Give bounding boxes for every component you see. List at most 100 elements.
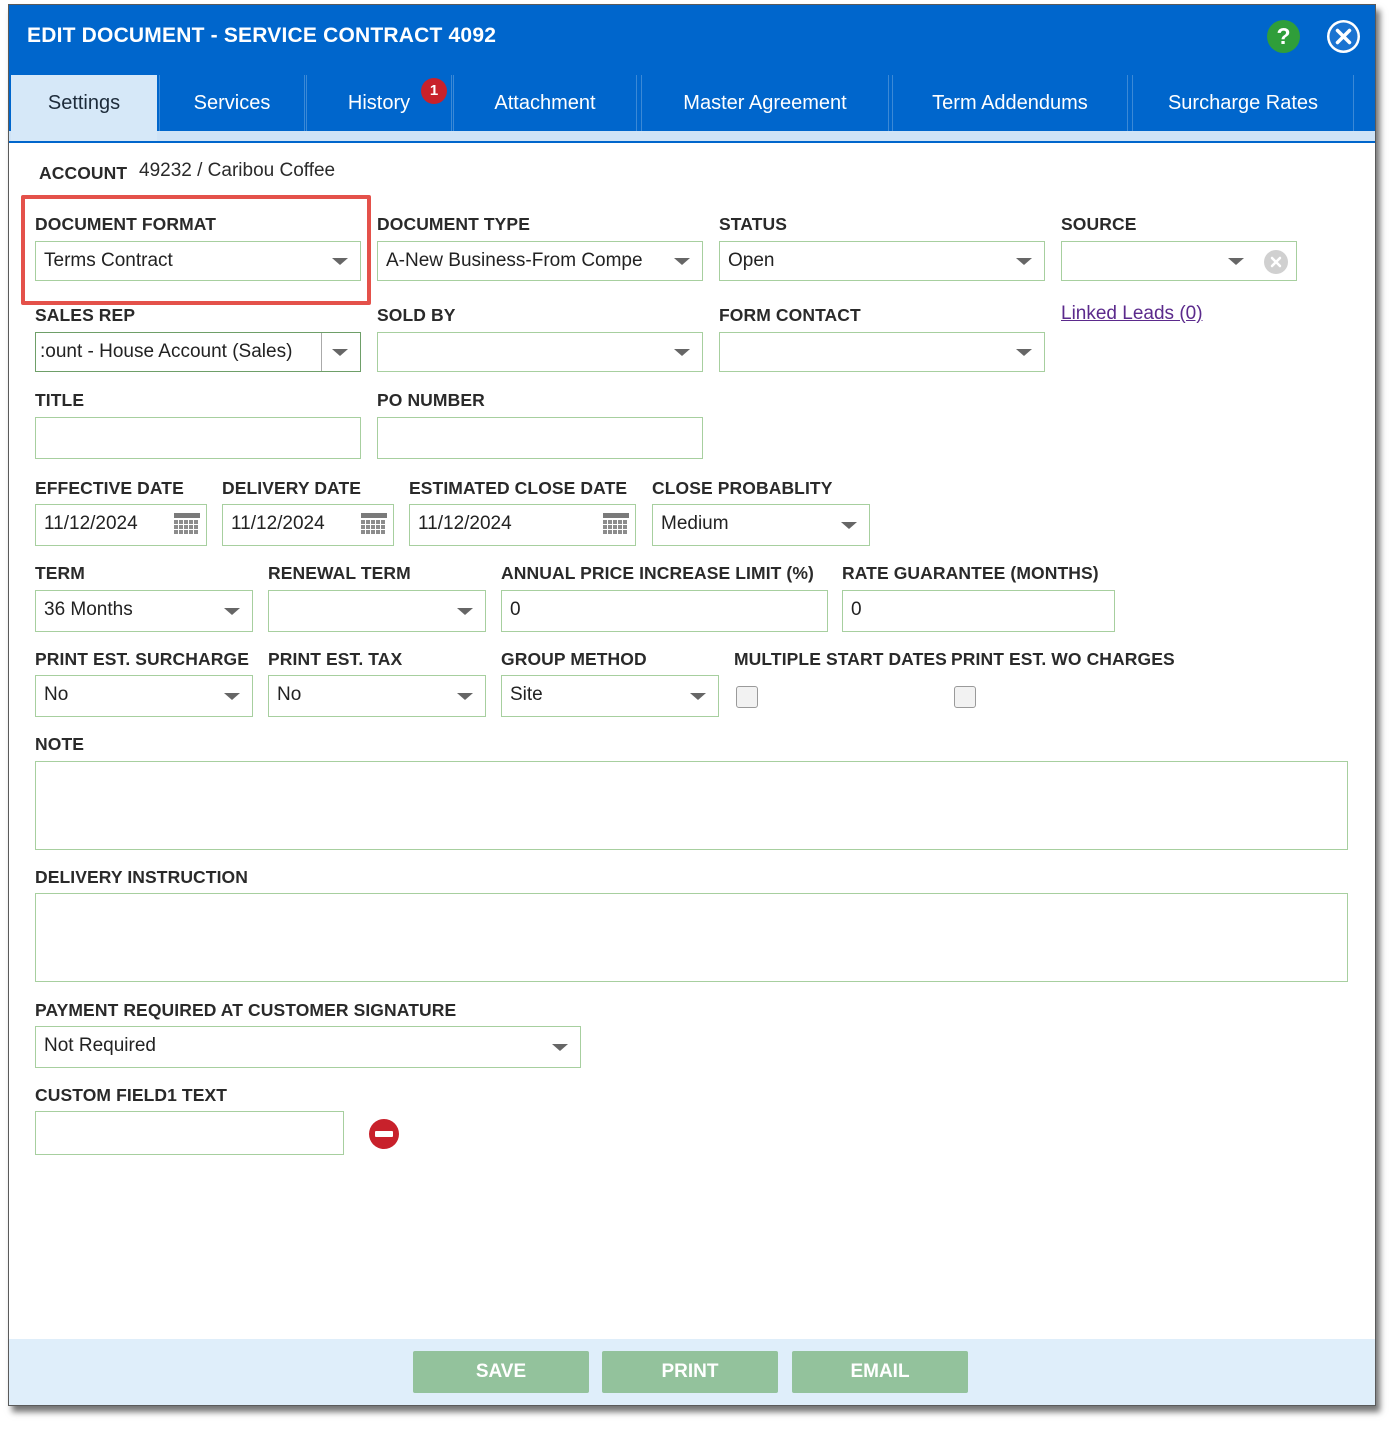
- print-est-wo-charges-label: PRINT EST. WO CHARGES: [951, 649, 1175, 669]
- delivery-instruction-textarea[interactable]: [35, 893, 1348, 982]
- help-icon[interactable]: ?: [1267, 20, 1300, 53]
- print-est-tax-label: PRINT EST. TAX: [268, 649, 403, 669]
- effective-date-input[interactable]: 11/12/2024: [35, 504, 207, 546]
- renewal-term-label: RENEWAL TERM: [268, 563, 411, 583]
- dialog-title: EDIT DOCUMENT - SERVICE CONTRACT 4092: [27, 24, 497, 47]
- po-number-label: PO NUMBER: [377, 390, 485, 410]
- annual-price-increase-label: ANNUAL PRICE INCREASE LIMIT (%): [501, 563, 814, 583]
- chevron-down-icon: [841, 522, 857, 529]
- clear-icon[interactable]: [1264, 250, 1288, 274]
- status-select[interactable]: Open: [719, 241, 1045, 281]
- chevron-down-icon: [332, 349, 348, 356]
- note-textarea[interactable]: [35, 761, 1348, 850]
- account-label: ACCOUNT: [39, 163, 128, 183]
- chevron-down-icon: [1016, 349, 1032, 356]
- tab-strip-underline: [9, 131, 1375, 141]
- payment-required-select[interactable]: Not Required: [35, 1026, 581, 1068]
- print-est-tax-select[interactable]: No: [268, 675, 486, 717]
- title-label: TITLE: [35, 390, 85, 410]
- document-type-select[interactable]: A-New Business-From Compe: [377, 241, 703, 281]
- print-est-surcharge-select[interactable]: No: [35, 675, 253, 717]
- form-contact-select[interactable]: [719, 332, 1045, 372]
- estimated-close-date-input[interactable]: 11/12/2024: [409, 504, 636, 546]
- sales-rep-label: SALES REP: [35, 305, 136, 325]
- group-method-label: GROUP METHOD: [501, 649, 647, 669]
- form-contact-label: FORM CONTACT: [719, 305, 861, 325]
- effective-date-value: 11/12/2024: [44, 513, 138, 534]
- save-button[interactable]: SAVE: [413, 1351, 589, 1393]
- custom-field1-label: CUSTOM FIELD1 TEXT: [35, 1085, 228, 1105]
- email-button[interactable]: EMAIL: [792, 1351, 968, 1393]
- tab-services[interactable]: Services: [159, 75, 305, 131]
- payment-required-label: PAYMENT REQUIRED AT CUSTOMER SIGNATURE: [35, 1000, 457, 1020]
- calendar-icon[interactable]: [174, 513, 200, 537]
- rate-guarantee-label: RATE GUARANTEE (MONTHS): [842, 563, 1099, 583]
- term-select[interactable]: 36 Months: [35, 590, 253, 632]
- close-probability-value: Medium: [661, 513, 729, 534]
- annual-price-increase-input[interactable]: 0: [501, 590, 828, 632]
- group-method-select[interactable]: Site: [501, 675, 719, 717]
- tab-surcharge-rates[interactable]: Surcharge Rates: [1132, 75, 1354, 131]
- close-probability-label: CLOSE PROBABLITY: [652, 478, 833, 498]
- term-value: 36 Months: [44, 599, 133, 620]
- group-method-value: Site: [510, 684, 543, 705]
- effective-date-label: EFFECTIVE DATE: [35, 478, 184, 498]
- print-button[interactable]: PRINT: [602, 1351, 778, 1393]
- payment-required-value: Not Required: [44, 1035, 156, 1056]
- delivery-instruction-label: DELIVERY INSTRUCTION: [35, 867, 248, 887]
- remove-icon[interactable]: [369, 1119, 399, 1149]
- chevron-down-icon: [674, 349, 690, 356]
- title-bar: EDIT DOCUMENT - SERVICE CONTRACT 4092 ?: [9, 5, 1375, 69]
- tab-term-addendums[interactable]: Term Addendums: [892, 75, 1128, 131]
- delivery-date-label: DELIVERY DATE: [222, 478, 362, 498]
- term-label: TERM: [35, 563, 85, 583]
- tab-master-agreement[interactable]: Master Agreement: [641, 75, 889, 131]
- calendar-icon[interactable]: [603, 513, 629, 537]
- po-number-input[interactable]: [377, 417, 703, 459]
- chevron-down-icon: [457, 693, 473, 700]
- renewal-term-select[interactable]: [268, 590, 486, 632]
- source-label: SOURCE: [1061, 214, 1137, 234]
- tab-settings[interactable]: Settings: [11, 75, 157, 141]
- source-select[interactable]: [1061, 241, 1297, 281]
- print-est-wo-charges-checkbox[interactable]: [954, 686, 976, 708]
- document-type-label: DOCUMENT TYPE: [377, 214, 530, 234]
- linked-leads-link[interactable]: Linked Leads (0): [1061, 303, 1203, 325]
- chevron-down-icon: [1228, 258, 1244, 265]
- highlight-box: [21, 195, 371, 305]
- multiple-start-dates-label: MULTIPLE START DATES: [734, 649, 947, 669]
- sold-by-select[interactable]: [377, 332, 703, 372]
- estimated-close-date-label: ESTIMATED CLOSE DATE: [409, 478, 628, 498]
- chevron-down-icon: [224, 693, 240, 700]
- history-badge: 1: [421, 78, 447, 104]
- chevron-down-icon: [457, 608, 473, 615]
- delivery-date-value: 11/12/2024: [231, 513, 325, 534]
- tab-attachment[interactable]: Attachment: [453, 75, 637, 131]
- edit-document-dialog: EDIT DOCUMENT - SERVICE CONTRACT 4092 ? …: [8, 4, 1376, 1406]
- sales-rep-value: :ount - House Account (Sales): [40, 341, 293, 362]
- document-type-value: A-New Business-From Compe: [386, 250, 643, 271]
- print-est-surcharge-value: No: [44, 684, 69, 705]
- title-input[interactable]: [35, 417, 361, 459]
- note-label: NOTE: [35, 734, 85, 754]
- chevron-down-icon: [224, 608, 240, 615]
- sales-rep-select[interactable]: :ount - House Account (Sales): [35, 332, 361, 372]
- chevron-down-icon: [1016, 258, 1032, 265]
- chevron-down-icon: [552, 1044, 568, 1051]
- print-est-surcharge-label: PRINT EST. SURCHARGE: [35, 649, 249, 669]
- multiple-start-dates-checkbox[interactable]: [736, 686, 758, 708]
- delivery-date-input[interactable]: 11/12/2024: [222, 504, 394, 546]
- print-est-tax-value: No: [277, 684, 302, 705]
- close-icon[interactable]: [1327, 20, 1360, 53]
- chevron-down-icon: [690, 693, 706, 700]
- status-value: Open: [728, 250, 775, 271]
- estimated-close-date-value: 11/12/2024: [418, 513, 512, 534]
- calendar-icon[interactable]: [361, 513, 387, 537]
- chevron-down-icon: [674, 258, 690, 265]
- account-value: 49232 / Caribou Coffee: [139, 160, 336, 181]
- sold-by-label: SOLD BY: [377, 305, 456, 325]
- custom-field1-input[interactable]: [35, 1111, 344, 1155]
- status-label: STATUS: [719, 214, 788, 234]
- close-probability-select[interactable]: Medium: [652, 504, 870, 546]
- rate-guarantee-input[interactable]: 0: [842, 590, 1115, 632]
